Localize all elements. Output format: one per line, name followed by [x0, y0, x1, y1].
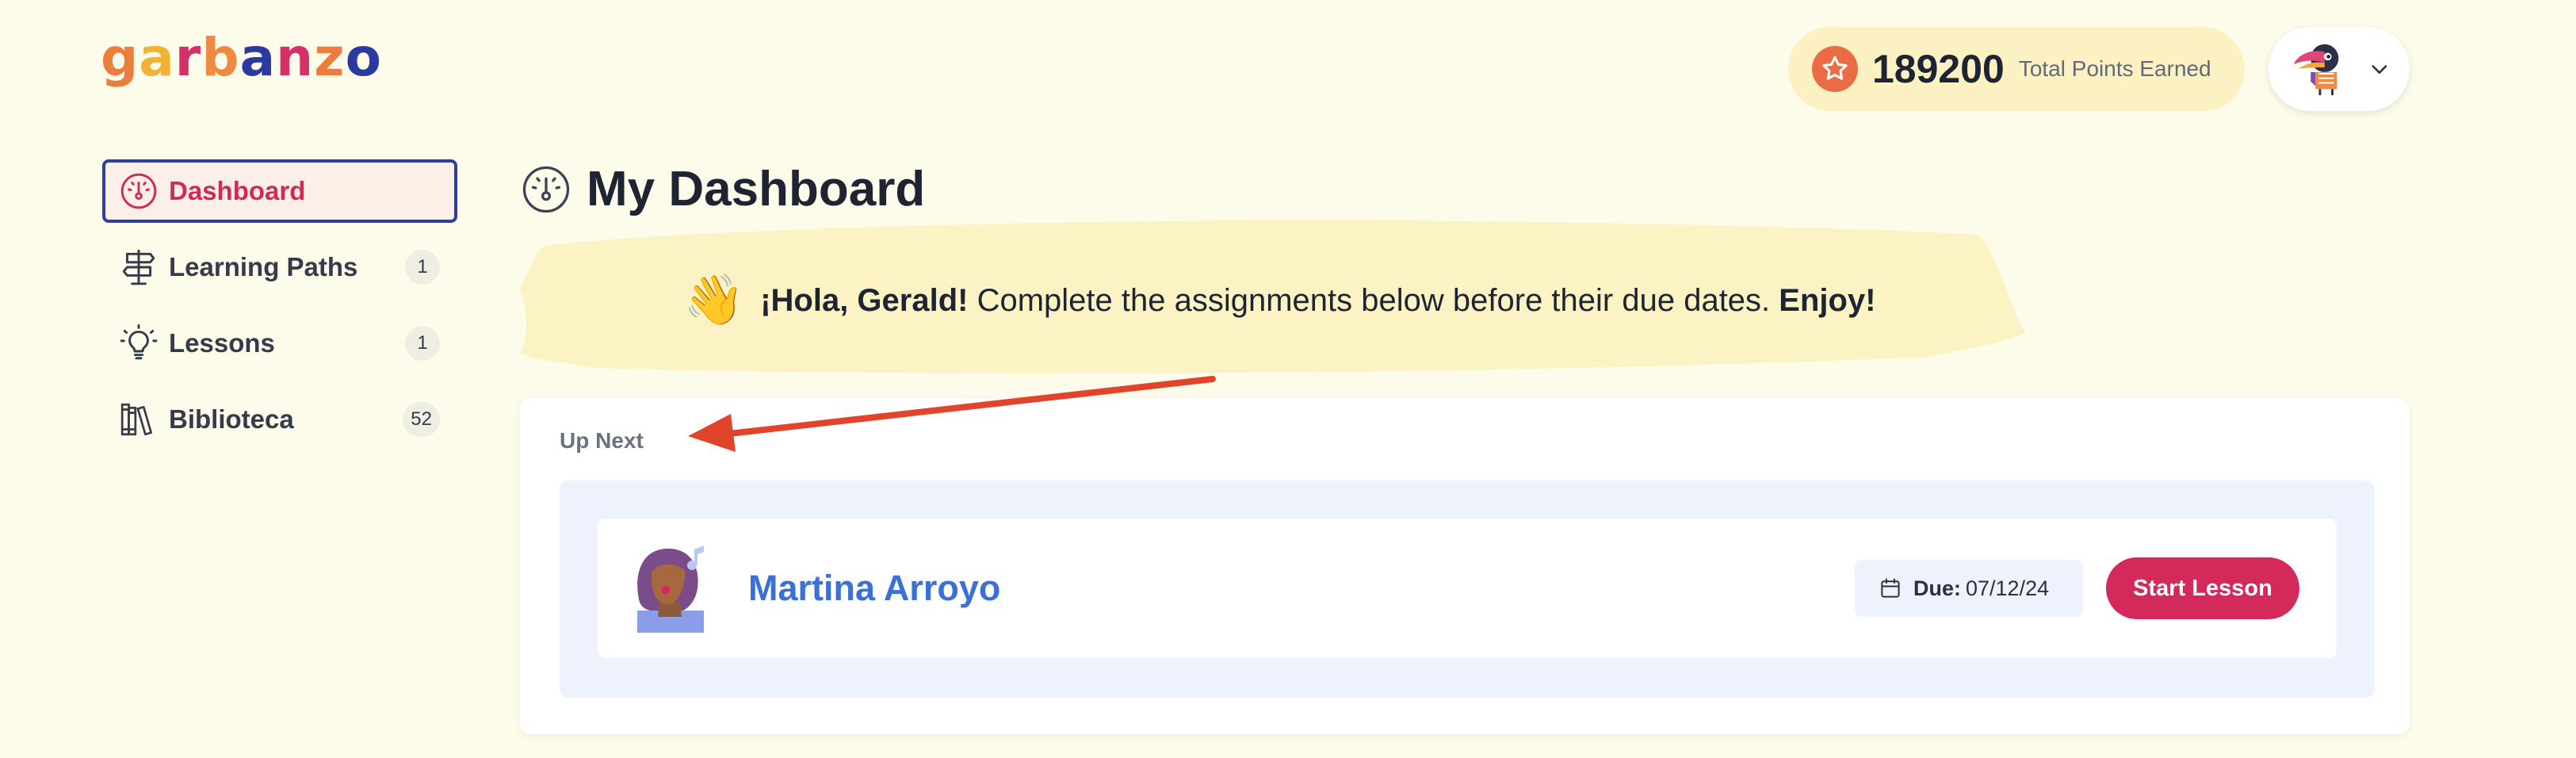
toucan-avatar-icon [2293, 44, 2339, 96]
logo-letter: b [201, 27, 240, 88]
sidebar-item-learning-paths[interactable]: Learning Paths 1 [102, 235, 457, 299]
logo-letter: r [174, 27, 202, 88]
greeting-message: 👋 ¡Hola, Gerald! Complete the assignment… [683, 276, 1876, 325]
calendar-icon [1881, 578, 1900, 598]
sidebar-item-label: Lessons [169, 328, 275, 358]
up-next-card: Up Next Martina Arroyo Due: 07/12/24 Sta… [520, 398, 2410, 734]
count-badge: 52 [403, 402, 440, 437]
count-badge: 1 [405, 326, 440, 361]
chevron-down-icon [2372, 65, 2387, 74]
due-date-chip: Due: 07/12/24 [1855, 560, 2083, 617]
sidebar-item-label: Dashboard [169, 176, 306, 205]
points-label: Total Points Earned [2018, 56, 2211, 81]
points-summary: 189200 Total Points Earned [1788, 27, 2245, 111]
sidebar-item-lessons[interactable]: Lessons 1 [102, 312, 457, 375]
logo-letter: a [139, 27, 175, 88]
gauge-icon [118, 170, 159, 212]
points-value: 189200 [1872, 47, 2005, 91]
due-label: Due: [1913, 576, 1961, 600]
logo-letter: z [314, 27, 346, 88]
sidebar-item-label: Biblioteca [169, 404, 294, 434]
garbanzo-logo[interactable]: g a r b a n z o [101, 32, 382, 84]
greeting-closing: Enjoy! [1779, 282, 1876, 318]
lightbulb-icon [118, 323, 159, 364]
start-lesson-button[interactable]: Start Lesson [2106, 557, 2299, 619]
logo-letter: o [345, 27, 382, 88]
sidebar-item-label: Learning Paths [169, 252, 358, 281]
up-next-list: Martina Arroyo Due: 07/12/24 Start Lesso… [560, 480, 2375, 698]
star-icon [1812, 46, 1858, 92]
signpost-icon [118, 247, 159, 288]
waving-hand-icon: 👋 [683, 273, 745, 327]
logo-letter: g [101, 27, 140, 88]
page-title: My Dashboard [587, 162, 926, 216]
books-icon [118, 399, 159, 440]
sidebar-nav: Dashboard Learning Paths 1 Lessons 1 Bib… [102, 159, 457, 464]
singer-portrait-icon [637, 546, 704, 633]
page-header: My Dashboard [520, 161, 925, 217]
logo-letter: a [239, 27, 277, 88]
user-menu-button[interactable] [2268, 27, 2410, 111]
greeting-name: ¡Hola, Gerald! [760, 282, 969, 318]
gauge-icon [522, 166, 570, 212]
lesson-title[interactable]: Martina Arroyo [748, 568, 1000, 609]
lesson-item[interactable]: Martina Arroyo Due: 07/12/24 Start Lesso… [598, 519, 2337, 658]
sidebar-item-biblioteca[interactable]: Biblioteca 52 [102, 388, 457, 451]
sidebar-item-dashboard[interactable]: Dashboard [102, 159, 457, 223]
up-next-heading: Up Next [560, 428, 644, 453]
greeting-body: Complete the assignments below before th… [968, 282, 1779, 318]
due-date: 07/12/24 [1966, 576, 2050, 600]
count-badge: 1 [405, 250, 440, 285]
logo-letter: n [276, 27, 315, 88]
